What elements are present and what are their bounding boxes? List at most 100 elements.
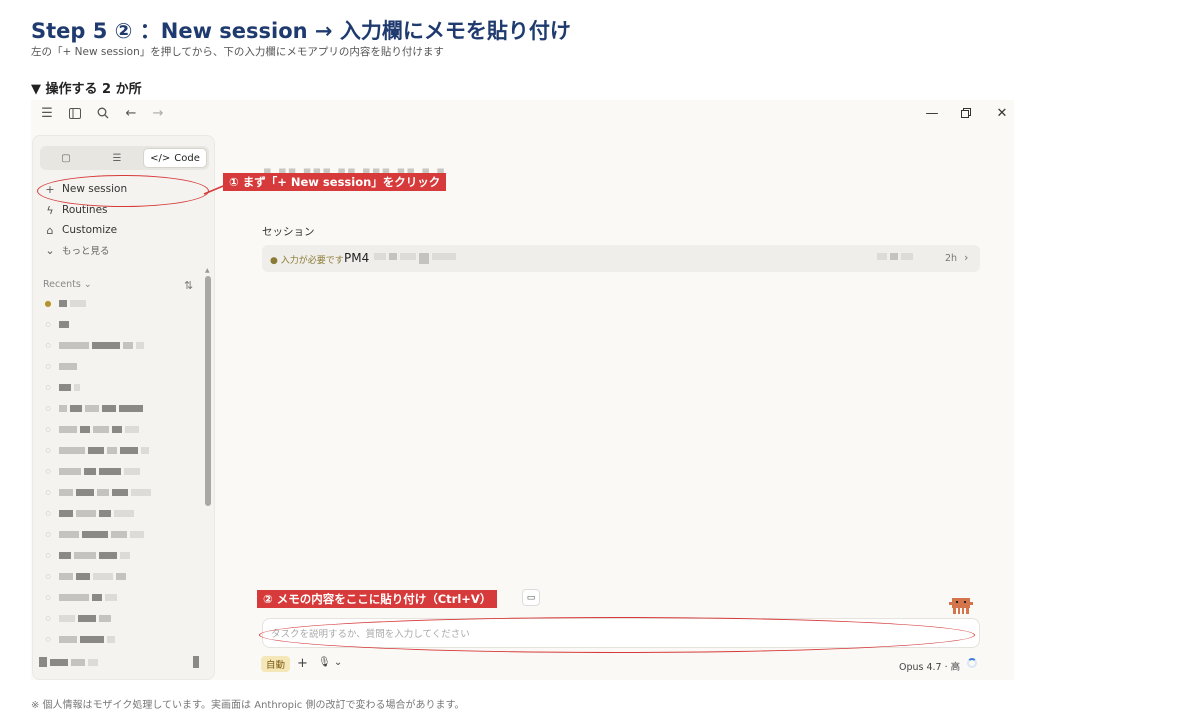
mosaic-block — [59, 404, 67, 412]
mosaic-block — [59, 551, 71, 559]
mosaic-block — [107, 446, 117, 454]
app-window: ☰ ← → — ✕ ▢ ☰ </> Code + New session ϟ R… — [31, 100, 1014, 680]
recent-session-item[interactable]: ○ — [43, 611, 203, 625]
mosaic-block — [116, 572, 126, 580]
recent-session-item[interactable]: ○ — [43, 548, 203, 562]
mascot-icon — [949, 598, 973, 614]
folder-icon[interactable]: ▭ — [522, 589, 540, 606]
mosaic-block — [82, 530, 108, 538]
recent-session-item[interactable]: ○ — [43, 338, 203, 352]
recent-session-item[interactable]: ○ — [43, 590, 203, 604]
tab-tasks[interactable]: ☰ — [93, 148, 141, 168]
mic-icon[interactable]: 🎙 ⌄ — [318, 657, 342, 668]
mosaic-block — [74, 551, 96, 559]
sidebar-toggle-icon[interactable] — [66, 104, 84, 122]
recents-header[interactable]: Recents ⌄ — [43, 279, 92, 290]
session-time: 2h — [945, 253, 958, 264]
status-dot-icon: ○ — [45, 383, 51, 391]
menu-icon[interactable]: ☰ — [38, 104, 56, 122]
recent-session-item[interactable]: ○ — [43, 359, 203, 373]
context-spinner-icon — [967, 658, 977, 668]
mosaic-block — [99, 551, 117, 559]
chevron-down-icon: ⌄ — [45, 243, 55, 257]
mosaic-block — [59, 362, 77, 370]
mosaic-block — [111, 530, 127, 538]
recent-session-item[interactable]: ○ — [43, 317, 203, 331]
top-bar: ☰ ← → — ✕ — [31, 100, 1014, 126]
recent-session-item[interactable]: ○ — [43, 485, 203, 499]
status-dot-icon: ○ — [45, 425, 51, 433]
status-dot-icon: ○ — [45, 488, 51, 496]
mosaic-block — [59, 635, 77, 643]
chat-icon: ▢ — [61, 152, 71, 164]
mosaic-block — [105, 593, 117, 601]
session-status: ● 入力が必要です — [270, 256, 344, 266]
chevron-right-icon: › — [964, 251, 969, 264]
mosaic-block — [136, 341, 144, 349]
mosaic-block — [59, 320, 69, 328]
mosaic-block — [59, 572, 73, 580]
sidebar-scrollbar[interactable] — [205, 276, 211, 506]
mosaic-block — [59, 299, 67, 307]
tab-code[interactable]: </> Code — [143, 148, 207, 168]
attach-plus-icon[interactable]: + — [297, 656, 308, 671]
mosaic-block — [124, 467, 140, 475]
mosaic-block — [114, 509, 134, 517]
page-title: Step 5 ② ：New session → 入力欄にメモを貼り付け — [31, 19, 571, 43]
sidebar-item-customize[interactable]: ⌂ Customize — [43, 221, 118, 239]
model-selector[interactable]: Opus 4.7 · 高 — [899, 659, 960, 673]
status-dot-icon: ○ — [45, 614, 51, 622]
recent-session-item[interactable]: ● — [43, 296, 203, 310]
routines-icon: ϟ — [46, 203, 54, 217]
mosaic-block — [130, 530, 144, 538]
user-profile[interactable] — [39, 654, 209, 670]
mosaic-block — [59, 614, 75, 622]
recent-session-item[interactable]: ○ — [43, 443, 203, 457]
status-dot-icon: ○ — [45, 551, 51, 559]
close-icon[interactable]: ✕ — [993, 104, 1011, 122]
mosaic-block — [59, 593, 89, 601]
mosaic-block — [59, 425, 77, 433]
minimize-icon[interactable]: — — [923, 104, 941, 122]
mosaic-block — [84, 467, 96, 475]
scroll-up-icon[interactable]: ▲ — [205, 267, 210, 274]
step1-highlight — [37, 175, 209, 207]
mosaic-block — [85, 404, 99, 412]
mosaic-block — [131, 488, 151, 496]
recent-session-item[interactable]: ○ — [43, 422, 203, 436]
search-icon[interactable] — [94, 104, 112, 122]
session-row[interactable]: ● 入力が必要です PM4 2h › — [262, 245, 980, 272]
status-dot-icon: ○ — [45, 404, 51, 412]
mosaic-block — [74, 383, 80, 391]
back-arrow-icon[interactable]: ← — [122, 104, 140, 122]
recent-session-item[interactable]: ○ — [43, 632, 203, 646]
recent-session-item[interactable]: ○ — [43, 380, 203, 394]
status-dot-icon: ○ — [45, 341, 51, 349]
recent-session-item[interactable]: ○ — [43, 527, 203, 541]
session-mosaic-right — [877, 253, 916, 260]
mosaic-block — [93, 425, 109, 433]
mosaic-block — [92, 341, 120, 349]
forward-arrow-icon[interactable]: → — [149, 104, 167, 122]
mosaic-block — [78, 614, 96, 622]
tab-chat[interactable]: ▢ — [44, 148, 88, 168]
more-label: もっと見る — [62, 246, 110, 257]
mosaic-block — [80, 635, 104, 643]
status-dot-icon: ○ — [45, 362, 51, 370]
mosaic-block — [80, 425, 90, 433]
recent-session-item[interactable]: ○ — [43, 401, 203, 415]
recent-session-item[interactable]: ○ — [43, 569, 203, 583]
recent-session-item[interactable]: ○ — [43, 464, 203, 478]
status-dot-icon: ○ — [45, 446, 51, 454]
code-icon: </> — [150, 152, 171, 164]
sidebar-item-more[interactable]: ⌄ もっと見る — [43, 241, 110, 259]
recent-session-item[interactable]: ○ — [43, 506, 203, 520]
mosaic-block — [70, 404, 82, 412]
auto-mode-badge[interactable]: 自動 — [261, 656, 291, 672]
mosaic-block — [88, 446, 104, 454]
restore-icon[interactable] — [957, 104, 975, 122]
filter-icon[interactable]: ⇅ — [184, 279, 193, 292]
mosaic-block — [76, 572, 90, 580]
mosaic-block — [59, 467, 81, 475]
mosaic-block — [99, 614, 111, 622]
